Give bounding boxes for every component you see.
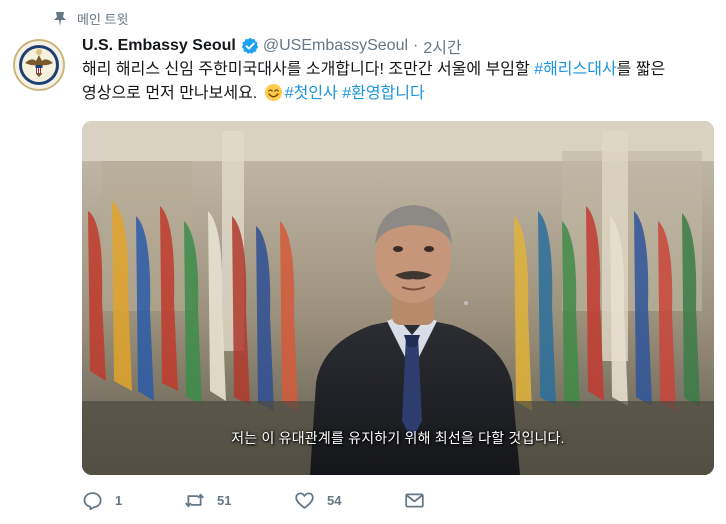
- like-button[interactable]: 54: [294, 490, 404, 511]
- pinned-tweet-indicator: 메인 트윗: [53, 9, 128, 28]
- pinned-label: 메인 트윗: [77, 12, 129, 27]
- reply-icon: [83, 492, 102, 511]
- avatar[interactable]: [13, 39, 65, 91]
- direct-message-button[interactable]: [404, 490, 425, 511]
- retweet-count: 51: [217, 493, 232, 508]
- tweet-header: U.S. Embassy Seoul @USEmbassySeoul · 2시간: [82, 34, 462, 58]
- reply-button[interactable]: 1: [82, 490, 184, 511]
- tweet-action-bar: 1 51 54: [82, 490, 425, 511]
- heart-icon: [295, 492, 314, 509]
- tweet-timestamp[interactable]: 2시간: [423, 34, 461, 58]
- hashtag-link-greeting[interactable]: #첫인사: [285, 85, 338, 102]
- tweet-text: 해리 해리스 신임 주한미국대사를 소개합니다! 조만간 서울에 부임할 #해리…: [82, 58, 718, 106]
- separator-dot: ·: [413, 37, 419, 54]
- verified-badge-icon: [241, 37, 259, 54]
- pin-icon: [54, 11, 66, 26]
- embassy-seal-logo: [13, 39, 65, 91]
- retweet-icon: [185, 493, 204, 508]
- reply-count: 1: [115, 493, 123, 508]
- author-handle[interactable]: @USEmbassySeoul: [263, 37, 408, 55]
- like-count: 54: [327, 493, 342, 508]
- video-frame: [82, 121, 714, 475]
- tweet-text-part-1: 해리 해리스 신임 주한미국대사를 소개합니다! 조만간 서울에 부임할: [82, 61, 535, 78]
- retweet-button[interactable]: 51: [184, 490, 294, 511]
- direct-message-icon: [405, 493, 424, 508]
- hashtag-link-welcome[interactable]: #환영합니다: [342, 85, 425, 102]
- author-display-name[interactable]: U.S. Embassy Seoul: [82, 37, 236, 55]
- video-subtitle: 저는 이 유대관계를 유지하기 위해 최선을 다할 것입니다.: [231, 430, 565, 446]
- smiling-face-emoji-icon: [264, 83, 282, 102]
- tweet-video[interactable]: 저는 이 유대관계를 유지하기 위해 최선을 다할 것입니다.: [82, 121, 714, 475]
- hashtag-link-harris[interactable]: #해리스대사: [534, 61, 617, 78]
